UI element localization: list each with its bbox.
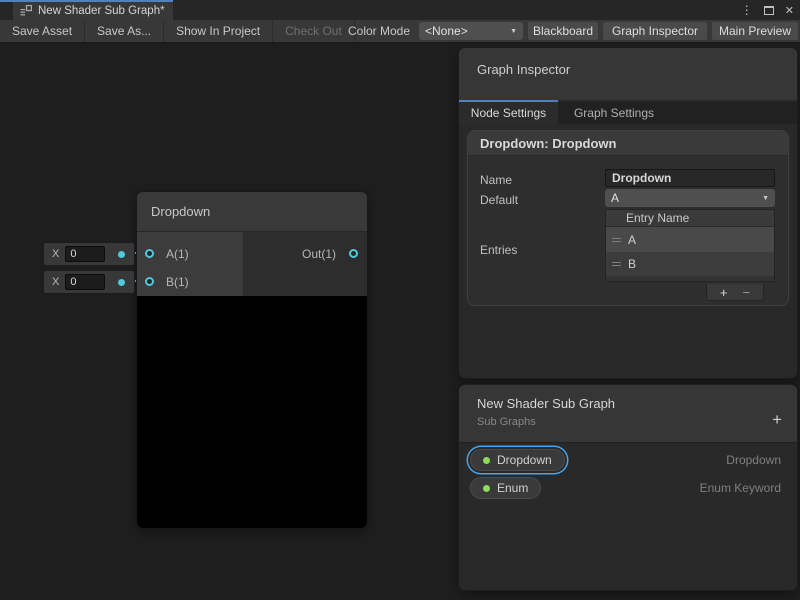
dropdown-property-pill[interactable]: Dropdown	[470, 449, 565, 471]
window-menu-icon[interactable]: ⋮	[739, 0, 755, 20]
blackboard-panel: New Shader Sub Graph Sub Graphs + Dropdo…	[459, 385, 797, 590]
blackboard-toggle-button[interactable]: Blackboard	[528, 22, 598, 40]
input-a-value-widget: X	[44, 243, 134, 265]
drag-handle-icon[interactable]	[612, 260, 621, 268]
exposed-dot-icon	[483, 485, 490, 492]
title-bar: New Shader Sub Graph* ⋮ ✕	[0, 0, 800, 20]
blackboard-header[interactable]: New Shader Sub Graph Sub Graphs +	[459, 385, 797, 443]
input-ports-section: A(1) B(1)	[137, 232, 244, 296]
save-asset-button[interactable]: Save Asset	[0, 20, 85, 42]
entry-name: A	[628, 233, 636, 247]
close-icon[interactable]: ✕	[783, 4, 796, 17]
blackboard-item-dropdown: Dropdown Dropdown	[470, 449, 781, 471]
graph-toolbar: Save Asset Save As... Show In Project Ch…	[0, 20, 800, 43]
blackboard-title: New Shader Sub Graph	[459, 385, 797, 411]
shader-graph-window: New Shader Sub Graph* ⋮ ✕ Save Asset Sav…	[0, 0, 800, 600]
maximize-icon[interactable]	[764, 6, 774, 15]
graph-inspector-toggle-button[interactable]: Graph Inspector	[603, 22, 707, 40]
window-controls: ⋮ ✕	[739, 0, 796, 20]
widget-a-port-icon[interactable]	[118, 251, 125, 258]
default-value: A	[611, 191, 619, 205]
toolbar-left-group: Save Asset Save As... Show In Project Ch…	[0, 20, 355, 42]
name-field[interactable]	[605, 169, 775, 187]
section-title: Dropdown: Dropdown	[468, 131, 788, 156]
tab-graph-settings[interactable]: Graph Settings	[558, 102, 670, 124]
port-b-label: B(1)	[166, 275, 189, 289]
dropdown-node[interactable]: Dropdown A(1) B(1) Out(1)	[137, 192, 367, 528]
shader-graph-icon	[20, 5, 32, 17]
input-b-value-field[interactable]	[65, 274, 105, 290]
blackboard-subtitle: Sub Graphs	[459, 411, 797, 428]
default-label: Default	[480, 193, 518, 207]
chevron-down-icon: ▼	[510, 28, 517, 35]
property-name: Dropdown	[497, 453, 552, 467]
entries-label: Entries	[480, 243, 517, 257]
entries-list: Entry Name A B	[605, 209, 775, 282]
node-preview	[137, 296, 367, 528]
node-title[interactable]: Dropdown	[137, 192, 367, 232]
exposed-dot-icon	[483, 457, 490, 464]
save-as-button[interactable]: Save As...	[85, 20, 164, 42]
input-b-value-widget: X	[44, 271, 134, 293]
property-type-label: Enum Keyword	[700, 481, 781, 495]
widget-b-port-icon[interactable]	[118, 279, 125, 286]
remove-entry-button[interactable]: −	[743, 285, 751, 300]
show-in-project-button[interactable]: Show In Project	[164, 20, 273, 42]
add-entry-button[interactable]: +	[720, 285, 728, 300]
color-mode-label: Color Mode	[348, 20, 410, 42]
entry-row-a[interactable]: A	[606, 227, 774, 252]
document-tab[interactable]: New Shader Sub Graph*	[13, 2, 173, 20]
port-a-label: A(1)	[166, 247, 189, 261]
tab-title: New Shader Sub Graph*	[38, 5, 165, 17]
port-b-icon[interactable]	[145, 277, 154, 286]
name-label: Name	[480, 173, 512, 187]
port-out-label: Out(1)	[302, 247, 336, 261]
port-out-icon[interactable]	[349, 249, 358, 258]
tab-node-settings[interactable]: Node Settings	[459, 102, 558, 124]
inspector-title: Graph Inspector	[459, 48, 797, 77]
color-mode-dropdown[interactable]: <None> ▼	[419, 22, 523, 40]
port-a-icon[interactable]	[145, 249, 154, 258]
chevron-down-icon: ▼	[762, 195, 769, 202]
input-a-value-field[interactable]	[65, 246, 105, 262]
graph-inspector-panel: Graph Inspector Node Settings Graph Sett…	[459, 48, 797, 378]
inspector-header[interactable]: Graph Inspector	[459, 48, 797, 100]
entry-row-b[interactable]: B	[606, 252, 774, 276]
drag-handle-icon[interactable]	[612, 236, 621, 244]
entries-column-header: Entry Name	[606, 210, 774, 227]
default-dropdown[interactable]: A ▼	[605, 189, 775, 207]
output-ports-section: Out(1)	[244, 232, 367, 296]
axis-x-label: X	[52, 248, 59, 260]
axis-x-label: X	[52, 276, 59, 288]
blackboard-item-enum: Enum Enum Keyword	[470, 477, 781, 499]
main-preview-toggle-button[interactable]: Main Preview	[712, 22, 798, 40]
node-settings-section: Dropdown: Dropdown Name Default A ▼ Entr…	[467, 130, 789, 306]
entry-name: B	[628, 257, 636, 271]
check-out-button: Check Out	[273, 20, 355, 42]
node-ports: A(1) B(1) Out(1)	[137, 232, 367, 296]
inspector-tabs: Node Settings Graph Settings	[459, 102, 797, 124]
add-property-button[interactable]: +	[772, 411, 782, 428]
entries-list-footer: + −	[706, 284, 764, 301]
property-type-label: Dropdown	[726, 453, 781, 467]
color-mode-value: <None>	[425, 24, 468, 38]
property-name: Enum	[497, 481, 528, 495]
enum-property-pill[interactable]: Enum	[470, 477, 541, 499]
